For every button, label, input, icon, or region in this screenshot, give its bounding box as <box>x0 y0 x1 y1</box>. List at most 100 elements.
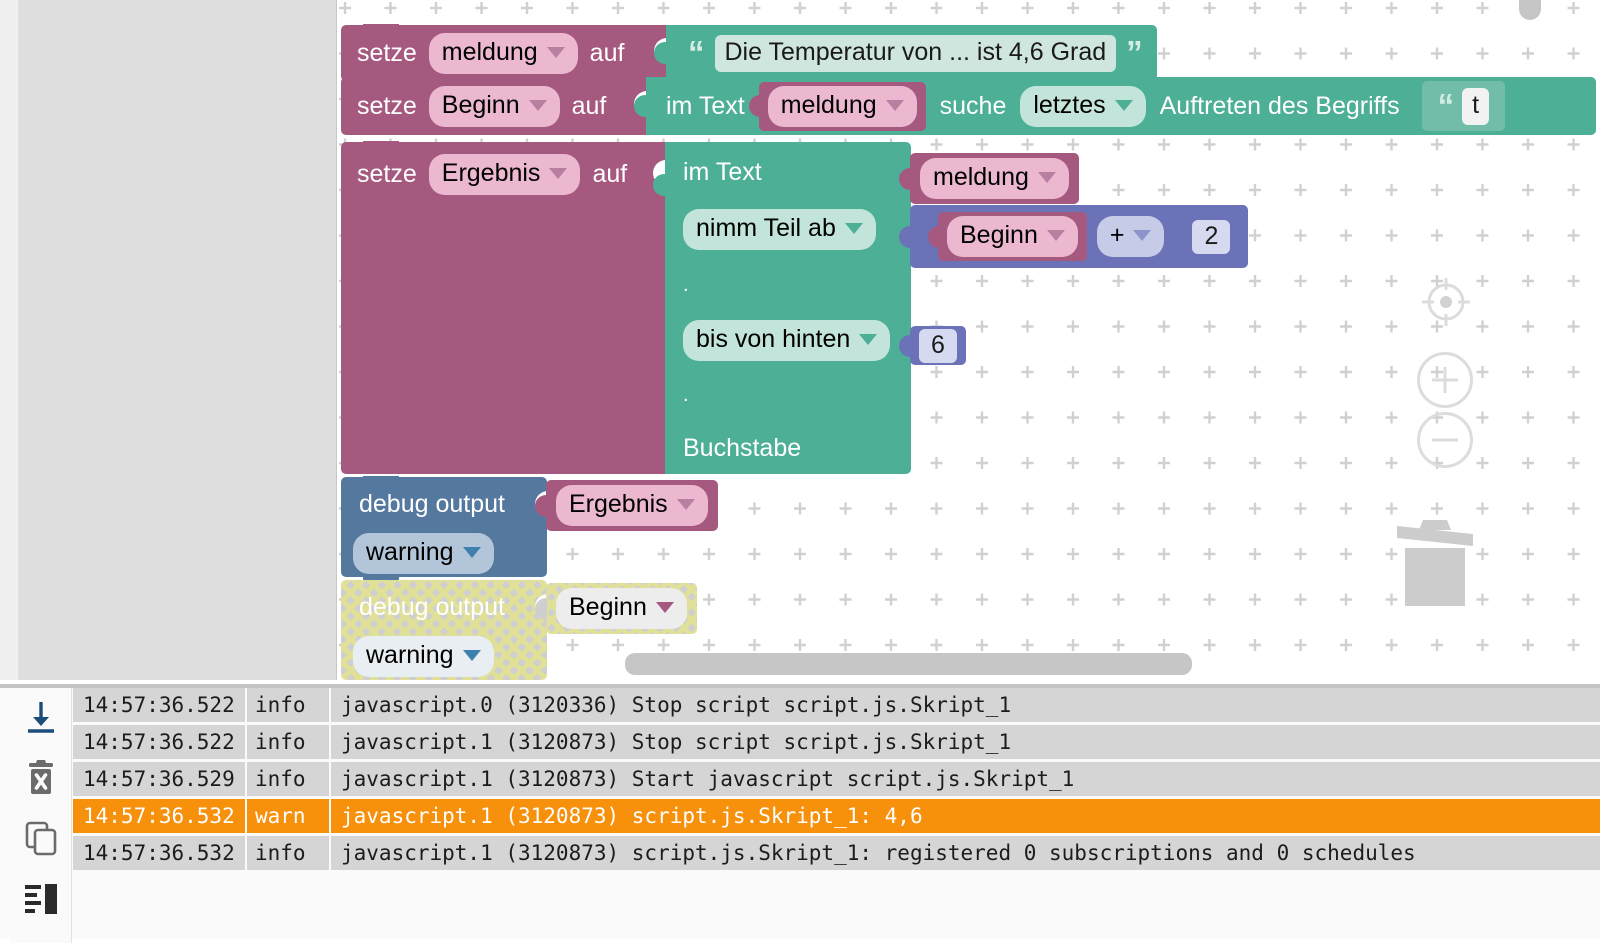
log-levels-button[interactable] <box>10 868 72 928</box>
clear-log-button[interactable] <box>10 748 72 808</box>
variable-dropdown-meldung[interactable]: meldung <box>428 32 578 74</box>
separator-dot-1: . <box>683 273 689 296</box>
variable-dropdown-label: Beginn <box>960 221 1038 249</box>
variable-getter-meldung[interactable]: meldung <box>758 81 926 131</box>
block-set-beginn[interactable]: setze Beginn auf im Text meldung suche l… <box>341 76 1596 135</box>
variable-dropdown-ergebnis[interactable]: Ergebnis <box>556 485 708 526</box>
variable-getter-beginn-disabled[interactable]: Beginn <box>535 583 697 634</box>
chevron-down-icon <box>1133 230 1152 241</box>
variable-dropdown-label: meldung <box>780 90 877 119</box>
variable-dropdown-meldung[interactable]: meldung <box>767 85 917 127</box>
blockly-workspace[interactable]: setze meldung auf “ Die Temperatur von .… <box>0 0 1600 684</box>
direction-dropdown[interactable]: letztes <box>1020 85 1146 127</box>
to-keyword-label: auf <box>589 38 625 67</box>
substring-end-dropdown[interactable]: bis von hinten <box>683 319 891 361</box>
copy-icon <box>25 821 56 856</box>
to-keyword-label: auf <box>592 160 628 188</box>
direction-dropdown-label: letztes <box>1033 90 1106 119</box>
zoom-in-button[interactable] <box>1417 352 1473 408</box>
block-set-ergebnis[interactable]: setze Ergebnis auf im Text nimm Teil ab … <box>341 141 911 474</box>
log-toolbar <box>10 688 72 943</box>
block-set-meldung[interactable]: setze meldung auf “ Die Temperatur von .… <box>341 24 1157 81</box>
operator-dropdown[interactable]: + <box>1096 216 1165 257</box>
variable-dropdown-beginn[interactable]: Beginn <box>947 216 1078 257</box>
copy-log-button[interactable] <box>10 808 72 868</box>
chevron-down-icon <box>1114 99 1133 111</box>
scroll-to-bottom-button[interactable] <box>10 688 72 748</box>
debug-output-body-disabled[interactable]: debug output warning <box>341 580 548 680</box>
log-message: javascript.1 (3120873) script.js.Skript_… <box>331 836 1600 870</box>
text-literal-input[interactable]: t <box>1462 87 1490 125</box>
toolbox-flyout[interactable] <box>0 0 337 680</box>
variable-getter-meldung-substring[interactable]: meldung <box>899 153 1079 204</box>
number-input[interactable]: 2 <box>1192 220 1231 254</box>
variable-dropdown-label: Beginn <box>441 90 520 119</box>
in-text-label: im Text <box>683 157 762 186</box>
text-literal-block[interactable]: “ Die Temperatur von ... ist 4,6 Grad ” <box>654 25 1157 81</box>
separator-dot-2: . <box>683 384 689 406</box>
log-row[interactable]: 14:57:36.532 warn javascript.1 (3120873)… <box>73 799 1600 833</box>
variable-dropdown-ergebnis[interactable]: Ergebnis <box>428 154 581 195</box>
variable-setter-body[interactable]: setze meldung auf <box>341 24 667 81</box>
text-literal-block-needle[interactable]: “ t <box>1421 81 1506 131</box>
math-number-block-end[interactable]: 6 <box>899 326 966 365</box>
text-index-of-block[interactable]: im Text meldung suche letztes Auftreten … <box>634 77 1596 135</box>
debug-output-label: debug output <box>359 592 505 621</box>
set-keyword-label: setze <box>357 91 417 120</box>
number-input[interactable]: 6 <box>919 329 957 363</box>
log-message: javascript.1 (3120873) script.js.Skript_… <box>331 799 1600 833</box>
substring-end-label: bis von hinten <box>696 324 851 353</box>
set-keyword-label: setze <box>357 38 417 67</box>
chevron-down-icon <box>859 333 878 345</box>
log-panel: 14:57:36.522 info javascript.0 (3120336)… <box>0 684 1600 943</box>
severity-label: warning <box>366 537 454 566</box>
horizontal-scrollbar-thumb[interactable] <box>625 653 1192 675</box>
variable-getter-ergebnis[interactable]: Ergebnis <box>535 480 718 531</box>
chevron-down-icon <box>655 602 674 613</box>
chevron-down-icon <box>676 499 695 510</box>
variable-getter-beginn[interactable]: Beginn <box>938 212 1087 261</box>
log-severity: info <box>247 725 329 759</box>
chevron-down-icon <box>462 649 481 661</box>
debug-output-body[interactable]: debug output warning <box>341 476 548 586</box>
math-number-block[interactable]: 2 <box>1184 219 1239 254</box>
chevron-down-icon <box>528 99 547 111</box>
log-time: 14:57:36.532 <box>73 799 245 833</box>
minus-icon <box>1432 438 1458 442</box>
log-table[interactable]: 14:57:36.522 info javascript.0 (3120336)… <box>73 688 1600 943</box>
block-top-notch <box>363 24 399 33</box>
chevron-down-icon <box>546 46 565 58</box>
severity-dropdown[interactable]: warning <box>353 635 494 677</box>
log-row[interactable]: 14:57:36.522 info javascript.0 (3120336)… <box>73 688 1600 722</box>
to-keyword-label: auf <box>571 91 607 120</box>
log-severity: warn <box>247 799 329 833</box>
zoom-out-button[interactable] <box>1417 412 1473 468</box>
variable-dropdown-beginn[interactable]: Beginn <box>556 588 687 629</box>
open-quote-icon: “ <box>1437 87 1455 125</box>
variable-setter-body[interactable]: setze Ergebnis auf <box>341 141 666 474</box>
trashcan[interactable] <box>1393 508 1477 613</box>
close-quote-icon: ” <box>1126 34 1143 72</box>
chevron-down-icon <box>1037 172 1056 183</box>
center-on-blocks-button[interactable] <box>1417 273 1475 331</box>
log-row[interactable]: 14:57:36.529 info javascript.1 (3120873)… <box>73 762 1600 796</box>
text-literal-input[interactable]: Die Temperatur von ... ist 4,6 Grad <box>714 34 1117 72</box>
crosshair-icon <box>1422 278 1470 326</box>
set-keyword-label: setze <box>357 160 417 188</box>
block-debug-ergebnis[interactable]: debug output warning Ergebnis <box>341 476 718 586</box>
severity-dropdown[interactable]: warning <box>353 532 494 574</box>
substring-start-dropdown[interactable]: nimm Teil ab <box>683 208 876 250</box>
variable-dropdown-meldung[interactable]: meldung <box>920 158 1069 199</box>
text-substring-block[interactable]: im Text nimm Teil ab . bis von hinten . … <box>653 142 911 474</box>
log-row[interactable]: 14:57:36.522 info javascript.1 (3120873)… <box>73 725 1600 759</box>
log-row[interactable]: 14:57:36.532 info javascript.1 (3120873)… <box>73 836 1600 870</box>
math-arithmetic-block[interactable]: Beginn + 2 <box>899 205 1249 268</box>
variable-setter-body[interactable]: setze Beginn auf <box>341 76 647 135</box>
chevron-down-icon <box>1046 230 1065 241</box>
variable-dropdown-beginn[interactable]: Beginn <box>428 85 560 127</box>
log-time: 14:57:36.522 <box>73 725 245 759</box>
log-time: 14:57:36.532 <box>73 836 245 870</box>
block-debug-beginn[interactable]: debug output warning Beginn <box>341 580 687 680</box>
block-top-notch <box>363 476 399 485</box>
open-quote-icon: “ <box>688 34 705 72</box>
